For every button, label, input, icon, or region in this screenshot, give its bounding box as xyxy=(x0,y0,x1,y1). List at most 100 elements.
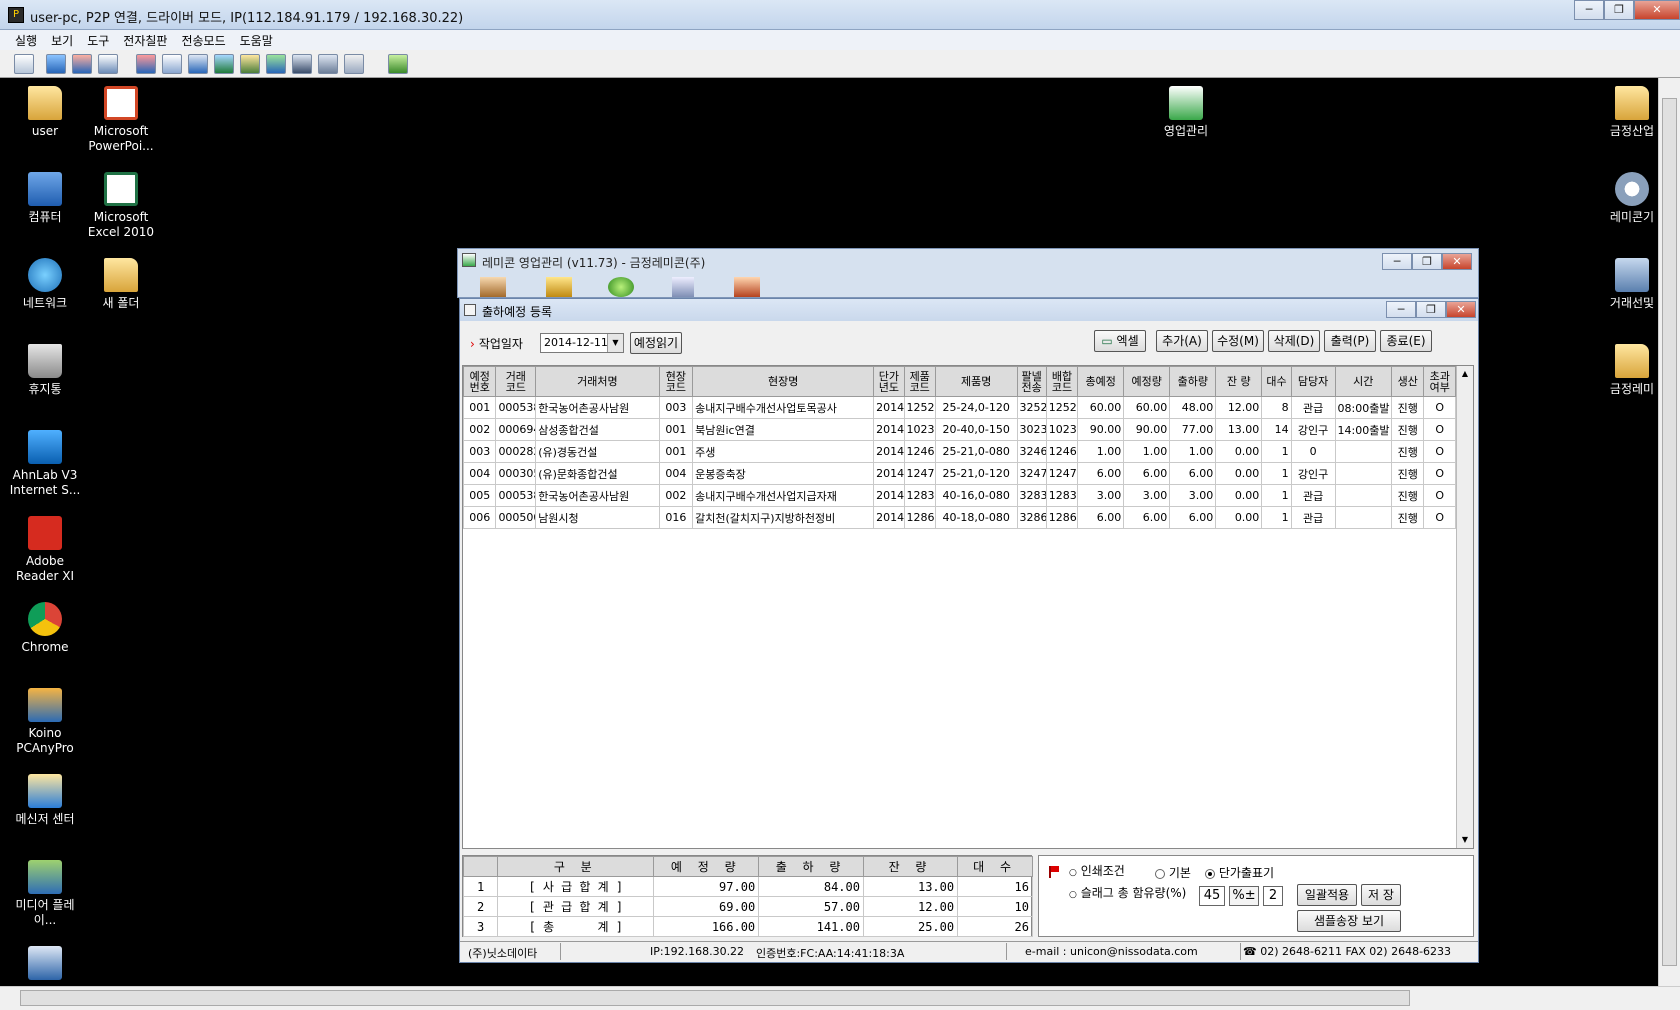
column-header[interactable]: 현장 코드 xyxy=(658,366,694,397)
table-cell[interactable]: 3.00 xyxy=(1169,484,1217,507)
table-cell[interactable]: 0.00 xyxy=(1215,462,1263,485)
table-cell[interactable]: 08:00출발 xyxy=(1334,396,1393,419)
table-row[interactable]: 006000500남원시청016갈치천(갈치지구)지방하천정비201412864… xyxy=(463,506,1456,529)
table-cell[interactable]: 진행 xyxy=(1391,484,1425,507)
table-cell[interactable]: 관급 xyxy=(1290,506,1336,529)
column-header[interactable]: 총예정 xyxy=(1077,366,1125,397)
table-cell[interactable]: 006 xyxy=(463,506,497,529)
column-header[interactable]: 담당자 xyxy=(1290,366,1336,397)
table-cell[interactable]: 14 xyxy=(1261,418,1292,441)
table-cell[interactable]: 6.00 xyxy=(1077,462,1125,485)
desktop-icon-computer[interactable]: 컴퓨터 xyxy=(5,172,85,225)
disconnect-icon[interactable] xyxy=(388,54,408,74)
table-cell[interactable]: O xyxy=(1423,440,1456,463)
table-cell[interactable]: 000538 xyxy=(495,484,537,507)
table-cell[interactable]: 1283 xyxy=(903,484,936,507)
file-transfer-icon[interactable] xyxy=(188,54,208,74)
column-header[interactable]: 팔넬 전송 xyxy=(1016,366,1047,397)
column-header[interactable]: 예정량 xyxy=(1123,366,1171,397)
menu-whiteboard[interactable]: 전자칠판 xyxy=(116,30,174,51)
table-cell[interactable]: 2014 xyxy=(873,396,905,419)
desktop-icon-geumjeong-remi[interactable]: 금정레미 xyxy=(1592,344,1658,397)
table-cell[interactable]: 3252 xyxy=(1016,396,1047,419)
table-cell[interactable]: 갈치천(갈치지구)지방하천정비 xyxy=(692,506,875,529)
table-cell[interactable]: 6.00 xyxy=(1123,506,1171,529)
table-row[interactable]: 003000282(유)경동건설001주생2014124625-21,0-080… xyxy=(463,440,1456,463)
load-plan-button[interactable]: 예정읽기 xyxy=(630,332,682,354)
table-cell[interactable]: 016 xyxy=(658,506,694,529)
table-cell[interactable]: 주생 xyxy=(692,440,875,463)
desktop-icon-remicon[interactable]: 레미콘기 xyxy=(1592,172,1658,225)
viewer-vertical-scrollbar[interactable] xyxy=(1658,78,1680,986)
edit-button[interactable]: 수정(M) xyxy=(1212,330,1264,352)
table-cell[interactable]: (유)경동건설 xyxy=(535,440,660,463)
table-cell[interactable]: 1252 xyxy=(1045,396,1079,419)
column-header[interactable]: 현장명 xyxy=(692,366,875,397)
table-cell[interactable]: 진행 xyxy=(1391,418,1425,441)
viewer-horizontal-scrollbar[interactable] xyxy=(0,986,1680,1010)
pm-value-field[interactable]: 2 xyxy=(1263,886,1283,906)
table-cell[interactable]: 48.00 xyxy=(1169,396,1217,419)
table-cell[interactable]: 운봉증축장 xyxy=(692,462,875,485)
column-header[interactable]: 제품 코드 xyxy=(903,366,936,397)
table-cell[interactable]: 관급 xyxy=(1290,396,1336,419)
table-cell[interactable]: 1 xyxy=(1261,506,1292,529)
table-cell[interactable]: 삼성종합건설 xyxy=(535,418,660,441)
radio-unit-price[interactable] xyxy=(1205,868,1215,879)
minimize-button[interactable]: ─ xyxy=(1386,301,1416,318)
table-cell[interactable]: 관급 xyxy=(1290,484,1336,507)
table-cell[interactable]: 강인구 xyxy=(1290,418,1336,441)
table-cell[interactable]: 북남원ic연결 xyxy=(692,418,875,441)
table-cell[interactable]: 1.00 xyxy=(1123,440,1171,463)
table-cell[interactable]: 25-21,0-080 xyxy=(934,440,1018,463)
table-cell[interactable]: 3247 xyxy=(1016,462,1047,485)
column-header[interactable]: 단가 년도 xyxy=(873,366,905,397)
table-cell[interactable]: 1286 xyxy=(1045,506,1079,529)
network-icon[interactable] xyxy=(318,54,338,74)
warning-icon[interactable] xyxy=(546,277,572,297)
table-cell[interactable]: 0 xyxy=(1290,440,1336,463)
table-cell[interactable]: 2014 xyxy=(873,506,905,529)
table-cell[interactable]: 25-24,0-120 xyxy=(934,396,1018,419)
table-cell[interactable]: 3286 xyxy=(1016,506,1047,529)
table-cell[interactable]: 1247 xyxy=(1045,462,1079,485)
minimize-button[interactable]: ─ xyxy=(1382,253,1412,270)
table-cell[interactable] xyxy=(1334,484,1393,507)
table-cell[interactable]: 6.00 xyxy=(1123,462,1171,485)
desktop-icon-user[interactable]: user xyxy=(5,86,85,139)
table-cell[interactable] xyxy=(1334,440,1393,463)
whiteboard-icon[interactable] xyxy=(136,54,156,74)
menu-transfer-mode[interactable]: 전송모드 xyxy=(174,30,232,51)
table-cell[interactable]: 000500 xyxy=(495,506,537,529)
table-cell[interactable]: 강인구 xyxy=(1290,462,1336,485)
table-cell[interactable]: 진행 xyxy=(1391,462,1425,485)
table-cell[interactable]: 1023 xyxy=(1045,418,1079,441)
table-cell[interactable]: 한국농어촌공사남원 xyxy=(535,484,660,507)
radio-basic[interactable] xyxy=(1155,868,1165,879)
table-cell[interactable]: 1 xyxy=(1261,440,1292,463)
table-cell[interactable]: 1.00 xyxy=(1169,440,1217,463)
table-cell[interactable]: 1246 xyxy=(1045,440,1079,463)
table-cell[interactable]: 60.00 xyxy=(1077,396,1125,419)
scroll-thumb[interactable] xyxy=(1662,98,1677,966)
desktop-icon-chrome[interactable]: Chrome xyxy=(5,602,85,655)
scroll-down-icon[interactable]: ▼ xyxy=(1457,832,1473,848)
column-header[interactable]: 제품명 xyxy=(934,366,1018,397)
table-row[interactable]: 005000538한국농어촌공사남원002송내지구배수개선사업지급자재20141… xyxy=(463,484,1456,507)
desktop-icon-ahnlab[interactable]: AhnLab V3 Internet S... xyxy=(5,430,85,498)
menu-tools[interactable]: 도구 xyxy=(80,30,116,51)
recycle-icon[interactable] xyxy=(608,277,634,297)
slag-value-field[interactable]: 45 xyxy=(1199,886,1225,906)
table-cell[interactable]: 90.00 xyxy=(1123,418,1171,441)
column-header[interactable]: 잔 량 xyxy=(1215,366,1263,397)
table-cell[interactable]: 90.00 xyxy=(1077,418,1125,441)
menu-view[interactable]: 보기 xyxy=(44,30,80,51)
table-cell[interactable]: 1 xyxy=(1261,484,1292,507)
monitor-icon[interactable] xyxy=(266,54,286,74)
maximize-button[interactable]: ❐ xyxy=(1604,0,1634,20)
table-cell[interactable]: 40-18,0-080 xyxy=(934,506,1018,529)
table-cell[interactable]: (유)문화종합건설 xyxy=(535,462,660,485)
table-cell[interactable]: O xyxy=(1423,484,1456,507)
capture-icon[interactable] xyxy=(162,54,182,74)
table-cell[interactable]: O xyxy=(1423,418,1456,441)
